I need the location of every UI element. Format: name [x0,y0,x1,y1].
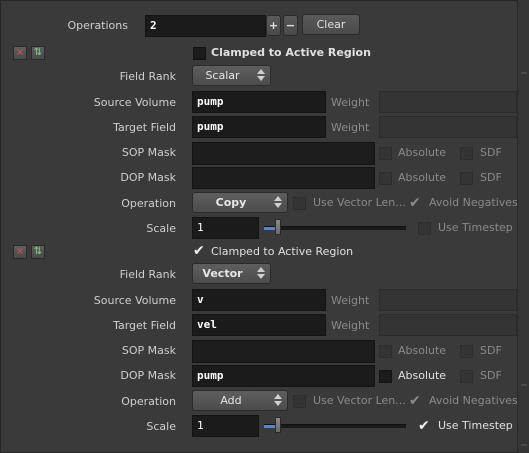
op2-use-timestep-checkmark-icon[interactable]: ✔ [418,419,430,433]
op1-operation-dropdown[interactable]: Copy [192,192,288,213]
op1-use-vector-label: Use Vector Len... [313,196,406,209]
op2-scale-slider-handle[interactable] [275,417,281,433]
op2-clamped-checkmark-icon[interactable]: ✔ [193,244,205,258]
strip-tick [521,384,527,386]
op2-target-field-field[interactable]: vel [192,314,326,336]
updown-arrows-icon [257,69,265,81]
op1-target-weight-label: Weight [331,121,370,134]
op1-field-rank-value: Scalar [205,69,240,82]
op2-source-weight-field [379,289,517,311]
op2-avoid-negatives-checkmark-icon[interactable]: ✔ [409,394,421,408]
op2-sop-mask-label: SOP Mask [121,344,176,357]
operations-count-field[interactable]: 2 [145,15,266,37]
operations-label: Operations [67,19,128,32]
move-op2-reorder-arrows-icon[interactable]: ⇅ [31,245,45,259]
op2-avoid-negatives-label: Avoid Negatives [429,394,518,407]
op2-use-vector-label: Use Vector Len... [313,394,406,407]
op1-scale-label: Scale [146,222,176,235]
op2-field-rank-value: Vector [202,267,243,280]
op1-scale-slider-track[interactable] [264,226,406,230]
op2-use-timestep-label: Use Timestep [438,419,513,432]
op1-sop-mask-field[interactable] [192,142,375,165]
op2-dop-sdf-label: SDF [480,369,502,382]
op2-dop-mask-field[interactable]: pump [192,365,375,387]
op1-scale-field[interactable]: 1 [192,217,259,239]
op1-sop-mask-label: SOP Mask [121,146,176,159]
op1-sop-sdf-label: SDF [480,146,502,159]
op1-dop-absolute-checkbox[interactable] [379,172,392,185]
remove-op2-close-icon[interactable]: × [13,245,27,259]
op1-sop-absolute-label: Absolute [398,146,447,159]
op1-avoid-negatives-checkmark-icon[interactable]: ✔ [409,196,421,210]
op2-scale-label: Scale [146,420,176,433]
op1-dop-sdf-checkbox[interactable] [460,172,473,185]
op1-source-weight-field [379,91,517,113]
op2-sop-sdf-checkbox[interactable] [460,345,473,358]
op2-sop-sdf-label: SDF [480,344,502,357]
op2-operation-label: Operation [121,395,176,408]
op1-source-volume-field[interactable]: pump [192,91,326,113]
op1-field-rank-label: Field Rank [119,70,176,83]
op2-field-rank-label: Field Rank [119,268,176,281]
remove-operation-button[interactable]: − [283,15,298,36]
op2-target-weight-label: Weight [331,319,370,332]
op1-source-volume-label: Source Volume [93,96,176,109]
op2-field-rank-dropdown[interactable]: Vector [192,263,271,284]
op1-use-vector-checkbox[interactable] [293,197,306,210]
op1-use-timestep-label: Use Timestep [438,221,513,234]
strip-tick [521,444,527,446]
op2-sop-mask-field[interactable] [192,340,375,363]
op1-clamped-label: Clamped to Active Region [211,46,371,59]
op2-operation-dropdown[interactable]: Add [192,390,288,411]
op2-clamped-label: Clamped to Active Region [211,245,354,258]
op2-scale-slider-track[interactable] [264,424,406,428]
op1-dop-mask-label: DOP Mask [120,171,176,184]
op1-dop-sdf-label: SDF [480,171,502,184]
op1-operation-label: Operation [121,197,176,210]
updown-arrows-icon [274,394,282,406]
op2-target-weight-field [379,314,517,336]
op2-operation-value: Add [220,394,242,407]
op2-scale-field[interactable]: 1 [192,415,259,437]
op2-source-volume-field[interactable]: v [192,289,326,311]
op2-source-volume-label: Source Volume [93,294,176,307]
updown-arrows-icon [274,196,282,208]
op1-scale-slider-handle[interactable] [275,219,281,235]
op1-target-field-label: Target Field [113,121,176,134]
op1-field-rank-dropdown[interactable]: Scalar [192,65,271,86]
op1-clamped-checkbox[interactable] [193,47,206,60]
op2-source-weight-label: Weight [331,294,370,307]
op1-use-timestep-checkbox[interactable] [418,222,431,235]
op2-dop-absolute-label: Absolute [398,369,447,382]
strip-tick [521,72,527,74]
op1-target-field-field[interactable]: pump [192,116,326,138]
op2-dop-sdf-checkbox[interactable] [460,370,473,383]
updown-arrows-icon [257,267,265,279]
op2-target-field-label: Target Field [113,319,176,332]
op1-avoid-negatives-label: Avoid Negatives [429,196,518,209]
clear-operations-button[interactable]: Clear [302,14,360,35]
op1-dop-mask-field[interactable] [192,167,375,189]
op2-sop-absolute-checkbox[interactable] [379,345,392,358]
move-op1-reorder-arrows-icon[interactable]: ⇅ [31,46,45,60]
op2-use-vector-checkbox[interactable] [293,395,306,408]
op2-sop-absolute-label: Absolute [398,344,447,357]
add-operation-button[interactable]: + [266,15,281,36]
op2-dop-absolute-checkbox[interactable] [379,370,392,383]
op1-operation-value: Copy [215,196,247,209]
op1-source-weight-label: Weight [331,96,370,109]
op1-sop-absolute-checkbox[interactable] [379,147,392,160]
op1-sop-sdf-checkbox[interactable] [460,147,473,160]
op1-target-weight-field [379,116,517,138]
remove-op1-close-icon[interactable]: × [13,46,27,60]
panel-scroll-strip[interactable] [517,0,529,453]
op1-dop-absolute-label: Absolute [398,171,447,184]
op2-dop-mask-label: DOP Mask [120,369,176,382]
